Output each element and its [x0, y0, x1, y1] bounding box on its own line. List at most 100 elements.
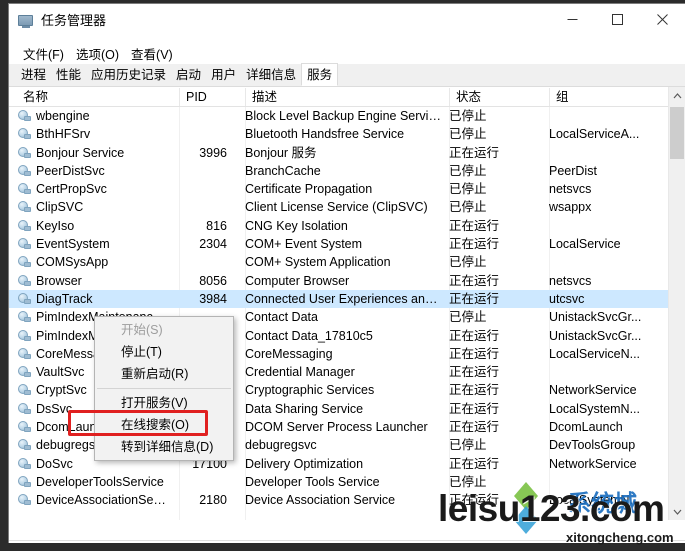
cell-status: 已停止	[449, 474, 487, 489]
cell-description: Client License Service (ClipSVC)	[245, 200, 428, 215]
scroll-down-icon[interactable]	[669, 503, 685, 520]
service-icon	[17, 237, 32, 251]
service-icon	[17, 475, 32, 489]
context-menu-item: 开始(S)	[121, 323, 163, 337]
table-row[interactable]: PeerDistSvc BranchCache 已停止 PeerDist	[9, 162, 685, 180]
tab-users[interactable]: 用户	[206, 64, 241, 86]
context-menu-item[interactable]: 打开服务(V)	[95, 392, 233, 414]
context-menu-item[interactable]: 重新启动(R)	[95, 363, 233, 385]
cell-name: DiagTrack	[17, 290, 167, 308]
scroll-up-icon[interactable]	[669, 87, 685, 104]
maximize-button[interactable]	[595, 4, 640, 35]
cell-pid: 8056	[199, 273, 227, 288]
table-row[interactable]: CertPropSvc Certificate Propagation 已停止 net…	[9, 180, 685, 198]
cell-description: Connected User Experiences and T...	[245, 291, 441, 306]
table-row[interactable]: DeveloperToolsService Developer Tools Ser…	[9, 473, 685, 491]
table-row[interactable]: Bonjour Service 3996 Bonjour 服务 正在运行	[9, 144, 685, 162]
table-row[interactable]: DeviceAssociationService 2180 Device Assoc…	[9, 491, 685, 509]
cell-status: 正在运行	[449, 218, 500, 233]
service-name-label: CryptSvc	[36, 383, 87, 398]
table-row[interactable]: wbengine Block Level Backup Engine Servic…	[9, 107, 685, 125]
vertical-scrollbar[interactable]	[668, 87, 685, 520]
cell-status: 正在运行	[449, 493, 500, 508]
cell-group: LocalServiceA...	[549, 127, 640, 142]
cell-pid	[179, 253, 227, 271]
cell-status: 正在运行	[449, 346, 500, 361]
context-menu[interactable]: 开始(S) 停止(T) 重新启动(R) 打开服务(V) 在线搜索(O) 转到详细信息(D)	[94, 316, 234, 461]
tab-performance[interactable]: 性能	[51, 64, 86, 86]
service-name-label: DiagTrack	[36, 291, 93, 306]
service-name-label: DeviceAssociationService	[36, 493, 167, 508]
task-manager-icon	[18, 13, 34, 29]
service-name-label: COMSysApp	[36, 255, 109, 270]
table-row[interactable]: DiagTrack 3984 Connected User Experiences …	[9, 289, 685, 309]
cell-pid	[179, 107, 227, 125]
table-row[interactable]: EventSystem 2304 COM+ Event System 正在运行 Loca…	[9, 235, 685, 253]
title-bar-left: 任务管理器	[18, 13, 106, 29]
service-icon	[17, 347, 32, 361]
cell-status: 已停止	[449, 255, 487, 270]
cell-description: CoreMessaging	[245, 346, 333, 361]
cell-group: LocalService	[549, 237, 621, 252]
task-manager-window: 任务管理器 文件(F) 选项(O) 查看(V) 进程 性能 应用历史记录 启动 …	[8, 3, 685, 543]
menu-view[interactable]: 查看(V)	[125, 42, 179, 65]
cell-pid	[179, 162, 227, 180]
context-menu-item[interactable]: 在线搜索(O)	[95, 414, 233, 436]
cell-pid: 816	[206, 218, 227, 233]
table-row[interactable]: BthHFSrv Bluetooth Handsfree Service 已停止 Lo…	[9, 125, 685, 143]
table-row[interactable]: KeyIso 816 CNG Key Isolation 正在运行	[9, 217, 685, 235]
menu-bar: 文件(F) 选项(O) 查看(V)	[9, 42, 685, 64]
service-icon	[17, 365, 32, 379]
cell-pid: 3996	[199, 145, 227, 160]
cell-name: Browser	[17, 272, 167, 290]
cell-description: Block Level Backup Engine Service	[245, 109, 441, 123]
context-menu-item[interactable]: 停止(T)	[95, 341, 233, 363]
cell-description: COM+ System Application	[245, 255, 391, 270]
cell-name: DeviceAssociationService	[17, 491, 167, 509]
cell-group: netsvcs	[549, 182, 592, 197]
tab-startup[interactable]: 启动	[171, 64, 206, 86]
cell-pid	[179, 198, 227, 216]
cell-group	[549, 363, 659, 381]
tab-bar: 进程 性能 应用历史记录 启动 用户 详细信息 服务	[9, 63, 685, 87]
cell-pid	[179, 180, 227, 198]
tab-app-history[interactable]: 应用历史记录	[86, 64, 171, 86]
cell-pid: 2304	[199, 237, 227, 252]
cell-group	[549, 107, 659, 125]
minimize-button[interactable]	[550, 4, 595, 35]
scrollbar-thumb[interactable]	[670, 107, 684, 159]
cell-description: Device Association Service	[245, 493, 396, 508]
table-row[interactable]: ClipSVC Client License Service (ClipSVC) 已…	[9, 198, 685, 216]
cell-description: Computer Browser	[245, 273, 350, 288]
cell-status: 正在运行	[449, 401, 500, 416]
column-header-name[interactable]: 名称	[17, 88, 179, 106]
service-icon	[17, 109, 32, 123]
column-header-desc[interactable]: 描述	[245, 88, 449, 106]
context-menu-item[interactable]: 转到详细信息(D)	[95, 436, 233, 458]
tab-services[interactable]: 服务	[301, 63, 339, 86]
cell-group: LocalSystemN...	[549, 493, 641, 508]
close-button[interactable]	[640, 4, 685, 35]
tab-details[interactable]: 详细信息	[241, 64, 301, 86]
table-row[interactable]: COMSysApp COM+ System Application 已停止	[9, 253, 685, 271]
column-header-group[interactable]: 组	[549, 88, 669, 106]
column-header-pid[interactable]: PID	[179, 88, 245, 106]
cell-group: UnistackSvcGr...	[549, 328, 642, 343]
menu-file[interactable]: 文件(F)	[17, 42, 70, 65]
cell-group: DcomLaunch	[549, 420, 623, 435]
table-row[interactable]: Browser 8056 Computer Browser 正在运行 netsvcs	[9, 272, 685, 290]
cell-name: wbengine	[17, 107, 167, 125]
menu-options[interactable]: 选项(O)	[70, 42, 125, 65]
cell-name: KeyIso	[17, 217, 167, 235]
cell-status: 已停止	[449, 438, 487, 453]
tab-processes[interactable]: 进程	[16, 64, 51, 86]
cell-description: CNG Key Isolation	[245, 218, 348, 233]
cell-description: Developer Tools Service	[245, 474, 380, 489]
cell-name: Bonjour Service	[17, 144, 167, 162]
service-icon	[17, 255, 32, 269]
cell-group: NetworkService	[549, 456, 637, 471]
cell-description: Bonjour 服务	[245, 145, 317, 160]
service-name-label: KeyIso	[36, 218, 75, 233]
column-header-status[interactable]: 状态	[449, 88, 549, 106]
cell-description: Contact Data_17810c5	[245, 328, 373, 343]
